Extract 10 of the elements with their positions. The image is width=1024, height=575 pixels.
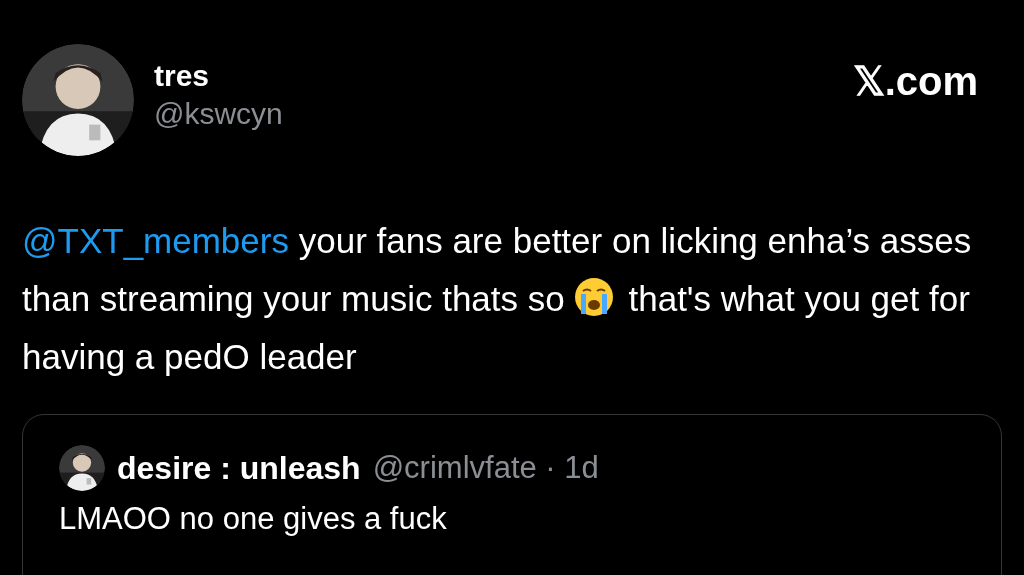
quoted-meta: @crimlvfate · 1d [372, 450, 599, 486]
tweet-text: @TXT_members your fans are better on licking enha’s asses than streaming your music thats so that's what you get for having a pedO leader [22, 220, 973, 378]
author-handle[interactable]: @kswcyn [154, 94, 833, 134]
quoted-tweet-card[interactable]: desire : unleash @crimlvfate · 1d LMAOO no one gives a fuck [22, 414, 1002, 575]
mention-link[interactable]: @TXT_members [22, 221, 289, 260]
author-name[interactable]: tres [154, 58, 833, 94]
quoted-tweet-text: LMAOO no one gives a fuck [59, 501, 448, 537]
site-label: 𝕏.com [852, 58, 978, 104]
quoted-author-name: desire : unleash [117, 449, 361, 487]
crying-face-icon [574, 277, 615, 317]
